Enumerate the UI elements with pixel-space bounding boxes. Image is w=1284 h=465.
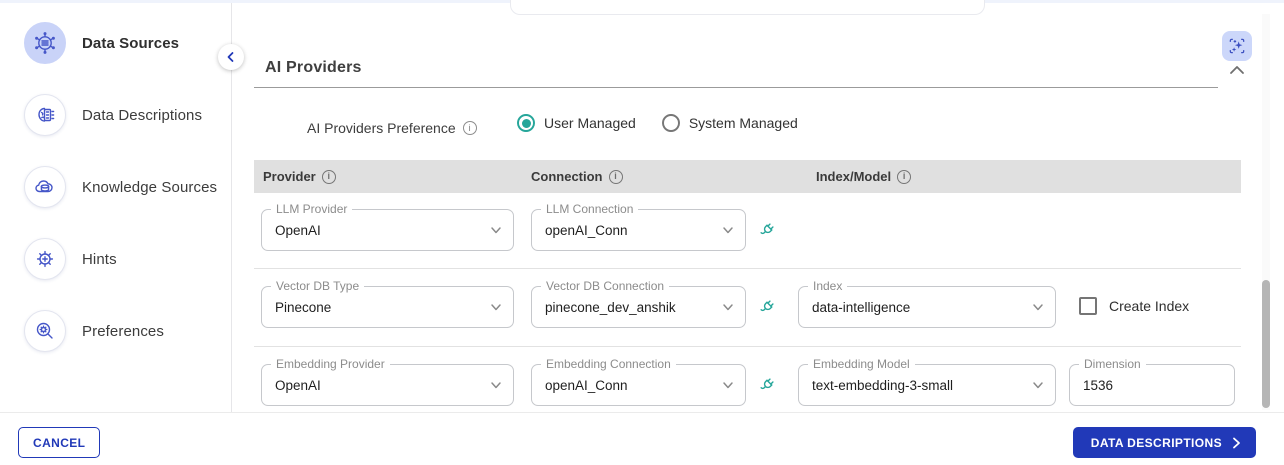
data-descriptions-button[interactable]: DATA DESCRIPTIONS [1072, 427, 1256, 458]
scrollbar-thumb[interactable] [1262, 280, 1270, 408]
cancel-button[interactable]: CANCEL [18, 427, 101, 458]
sidebar-item-data-descriptions[interactable]: Data Descriptions [24, 93, 231, 137]
chevron-down-icon [491, 227, 501, 234]
sidebar-item-label: Data Descriptions [82, 106, 203, 124]
section-collapse-button[interactable] [1229, 62, 1245, 80]
radio-user-managed[interactable]: User Managed [517, 114, 636, 132]
ai-autofill-button[interactable] [1222, 31, 1252, 61]
chevron-down-icon [723, 382, 733, 389]
test-connection-plug-icon[interactable] [757, 375, 777, 395]
radio-selected-icon [517, 114, 535, 132]
embedding-connection-select[interactable]: Embedding Connection openAI_Conn [531, 357, 746, 406]
column-header-provider: Provider [263, 169, 316, 184]
chevron-down-icon [723, 227, 733, 234]
chevron-down-icon [491, 304, 501, 311]
sidebar-item-data-sources[interactable]: Data Sources [24, 21, 231, 65]
index-select[interactable]: Index data-intelligence [798, 279, 1056, 328]
data-descriptions-icon [24, 94, 66, 136]
vector-db-type-select[interactable]: Vector DB Type Pinecone [261, 279, 514, 328]
data-sources-icon [24, 22, 66, 64]
radio-system-managed[interactable]: System Managed [661, 114, 798, 132]
info-icon[interactable] [321, 169, 336, 184]
sidebar: Data Sources Data Descriptions Knowledge… [0, 3, 232, 412]
sidebar-item-label: Data Sources [82, 34, 180, 52]
info-icon[interactable] [897, 169, 912, 184]
chevron-down-icon [723, 304, 733, 311]
sidebar-item-preferences[interactable]: Preferences [24, 309, 231, 353]
previous-card-edge [510, 0, 985, 15]
knowledge-sources-icon [24, 166, 66, 208]
table-header: Provider Connection Index/Model [254, 160, 1241, 193]
test-connection-plug-icon[interactable] [757, 297, 777, 317]
section-title: AI Providers [265, 59, 362, 76]
sidebar-item-knowledge-sources[interactable]: Knowledge Sources [24, 165, 231, 209]
sparkle-icon [1229, 38, 1245, 54]
sidebar-item-label: Knowledge Sources [82, 178, 218, 196]
embedding-provider-select[interactable]: Embedding Provider OpenAI [261, 357, 514, 406]
hints-icon [24, 238, 66, 280]
table-row-embedding: Embedding Provider OpenAI Embedding Conn… [254, 347, 1241, 415]
table-row-vector-db: Vector DB Type Pinecone Vector DB Connec… [254, 269, 1241, 346]
preference-label: AI Providers Preference [307, 120, 477, 136]
preferences-icon [24, 310, 66, 352]
chevron-up-icon [1230, 66, 1244, 74]
footer-bar: CANCEL DATA DESCRIPTIONS [0, 412, 1284, 465]
sidebar-item-label: Hints [82, 250, 117, 268]
info-icon[interactable] [462, 121, 477, 135]
preference-radio-group: User Managed System Managed [517, 114, 798, 132]
dimension-input[interactable]: Dimension 1536 [1069, 357, 1235, 406]
sidebar-item-label: Preferences [82, 322, 164, 340]
column-header-connection: Connection [531, 169, 603, 184]
llm-provider-select[interactable]: LLM Provider OpenAI [261, 202, 514, 251]
chevron-down-icon [1033, 304, 1043, 311]
ai-providers-panel: AI Providers AI Providers Preference Use… [233, 0, 1262, 415]
chevron-down-icon [1033, 382, 1043, 389]
embedding-model-select[interactable]: Embedding Model text-embedding-3-small [798, 357, 1056, 406]
providers-table: Provider Connection Index/Model LLM Prov… [254, 160, 1241, 415]
info-icon[interactable] [608, 169, 623, 184]
column-header-index-model: Index/Model [816, 169, 892, 184]
radio-unselected-icon [661, 114, 680, 132]
chevron-down-icon [491, 382, 501, 389]
create-index-checkbox-row[interactable]: Create Index [1079, 297, 1189, 315]
create-index-checkbox[interactable] [1079, 297, 1097, 315]
test-connection-plug-icon[interactable] [757, 220, 777, 240]
sidebar-item-hints[interactable]: Hints [24, 237, 231, 281]
sidebar-collapse-button[interactable] [218, 44, 244, 70]
chevron-right-icon [1233, 437, 1240, 448]
section-divider [254, 87, 1218, 88]
chevron-left-icon [227, 52, 234, 62]
table-row-llm: LLM Provider OpenAI LLM Connection openA… [254, 193, 1241, 268]
llm-connection-select[interactable]: LLM Connection openAI_Conn [531, 202, 746, 251]
vector-db-connection-select[interactable]: Vector DB Connection pinecone_dev_anshik [531, 279, 746, 328]
